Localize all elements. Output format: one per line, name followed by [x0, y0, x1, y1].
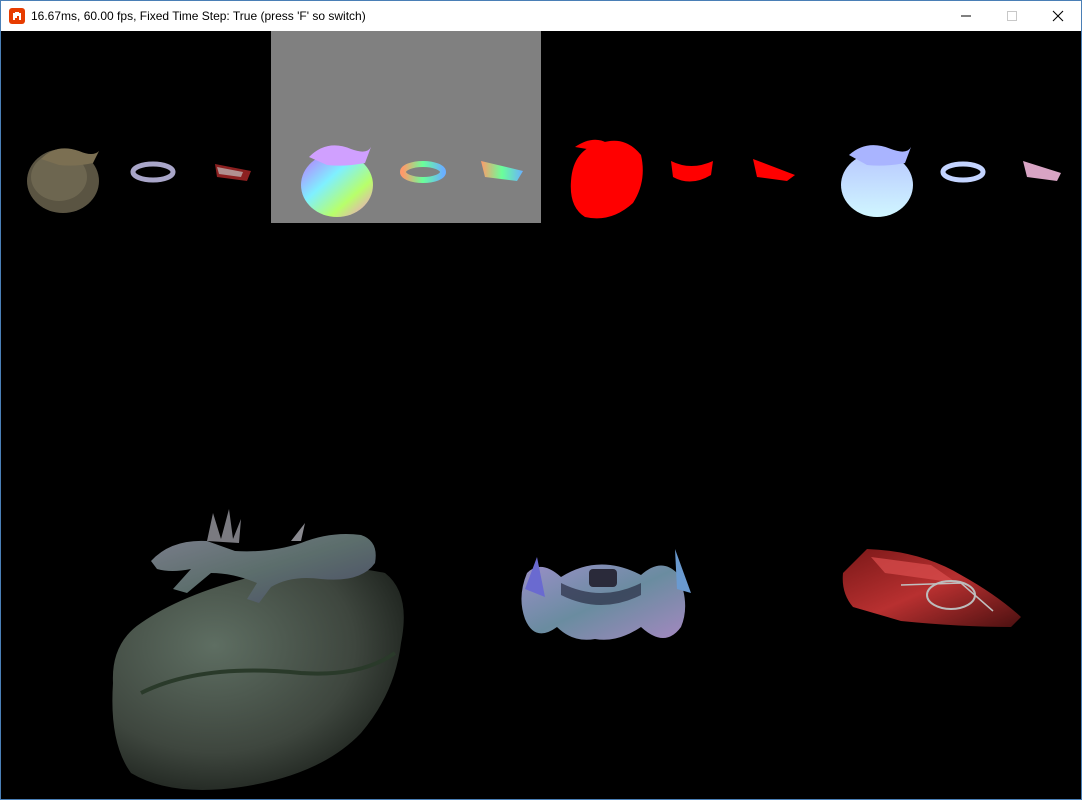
main-scene	[1, 223, 1081, 799]
scene-models	[112, 509, 1021, 790]
gbuffer-normals-panel	[271, 31, 541, 223]
depth-models	[570, 139, 795, 219]
app-window: 16.67ms, 60.00 fps, Fixed Time Step: Tru…	[0, 0, 1082, 800]
monogame-icon	[9, 8, 25, 24]
maximize-icon	[1007, 11, 1017, 21]
gbuffer-lighting-panel	[811, 31, 1081, 223]
caption-buttons	[943, 1, 1081, 31]
gbuffer-depth-panel	[541, 31, 811, 223]
window-title: 16.67ms, 60.00 fps, Fixed Time Step: Tru…	[31, 9, 366, 23]
ship-1-model	[521, 549, 691, 640]
close-button[interactable]	[1035, 1, 1081, 31]
close-icon	[1052, 10, 1064, 22]
title-bar[interactable]: 16.67ms, 60.00 fps, Fixed Time Step: Tru…	[1, 1, 1081, 31]
game-viewport[interactable]	[1, 31, 1081, 799]
albedo-models	[27, 148, 251, 213]
normal-models	[301, 145, 523, 217]
lighting-models	[841, 145, 1061, 217]
minimize-icon	[961, 15, 971, 17]
lizard-on-rock-model	[112, 509, 404, 790]
minimize-button[interactable]	[943, 1, 989, 31]
ship-2-model	[842, 549, 1021, 627]
maximize-button[interactable]	[989, 1, 1035, 31]
gbuffer-albedo-panel	[1, 31, 271, 223]
